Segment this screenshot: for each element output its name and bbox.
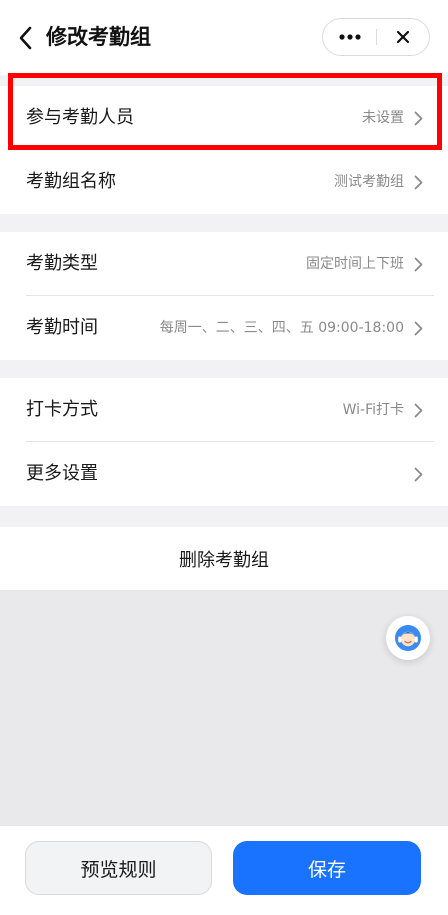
mini-program-capsule (322, 18, 430, 56)
chevron-right-icon (412, 110, 424, 126)
members-group: 参与考勤人员 未设置 考勤组名称 测试考勤组 (0, 86, 448, 214)
row-label: 考勤时间 (26, 317, 98, 338)
row-group-name[interactable]: 考勤组名称 测试考勤组 (0, 150, 448, 214)
delete-label: 删除考勤组 (179, 549, 269, 571)
page-title: 修改考勤组 (46, 25, 151, 49)
row-value: 未设置 (362, 110, 404, 126)
chevron-left-icon[interactable] (14, 25, 36, 51)
row-label: 参与考勤人员 (26, 107, 134, 128)
close-icon[interactable] (377, 19, 429, 55)
row-more-settings[interactable]: 更多设置 (0, 442, 448, 506)
row-label: 考勤类型 (26, 253, 98, 274)
row-value: 测试考勤组 (334, 174, 404, 190)
header-bar: 修改考勤组 (0, 0, 448, 75)
other-settings-group: 打卡方式 Wi-Fi打卡 更多设置 (0, 378, 448, 506)
row-punch-method[interactable]: 打卡方式 Wi-Fi打卡 (0, 378, 448, 442)
empty-content-area (0, 590, 448, 825)
row-attendance-time[interactable]: 考勤时间 每周一、二、三、四、五 09:00-18:00 (0, 296, 448, 360)
chevron-right-icon (412, 466, 424, 482)
row-members[interactable]: 参与考勤人员 未设置 (0, 86, 448, 150)
delete-group-button[interactable]: 删除考勤组 (0, 527, 448, 590)
row-label: 打卡方式 (26, 399, 98, 420)
chevron-right-icon (412, 256, 424, 272)
row-value: 固定时间上下班 (306, 256, 404, 272)
row-attendance-type[interactable]: 考勤类型 固定时间上下班 (0, 232, 448, 296)
row-label: 考勤组名称 (26, 171, 116, 192)
chevron-right-icon (412, 320, 424, 336)
row-value: 每周一、二、三、四、五 09:00-18:00 (159, 320, 404, 336)
row-value: Wi-Fi打卡 (342, 402, 404, 418)
save-button[interactable]: 保存 (233, 841, 421, 895)
row-label: 更多设置 (26, 463, 98, 484)
chevron-right-icon (412, 402, 424, 418)
preview-rules-button[interactable]: 预览规则 (25, 841, 212, 895)
chevron-right-icon (412, 174, 424, 190)
customer-service-icon[interactable] (386, 616, 430, 660)
footer-bar: 预览规则 保存 (0, 825, 448, 915)
schedule-group: 考勤类型 固定时间上下班 考勤时间 每周一、二、三、四、五 09:00-18:0… (0, 232, 448, 360)
more-dots-icon[interactable] (323, 19, 376, 55)
